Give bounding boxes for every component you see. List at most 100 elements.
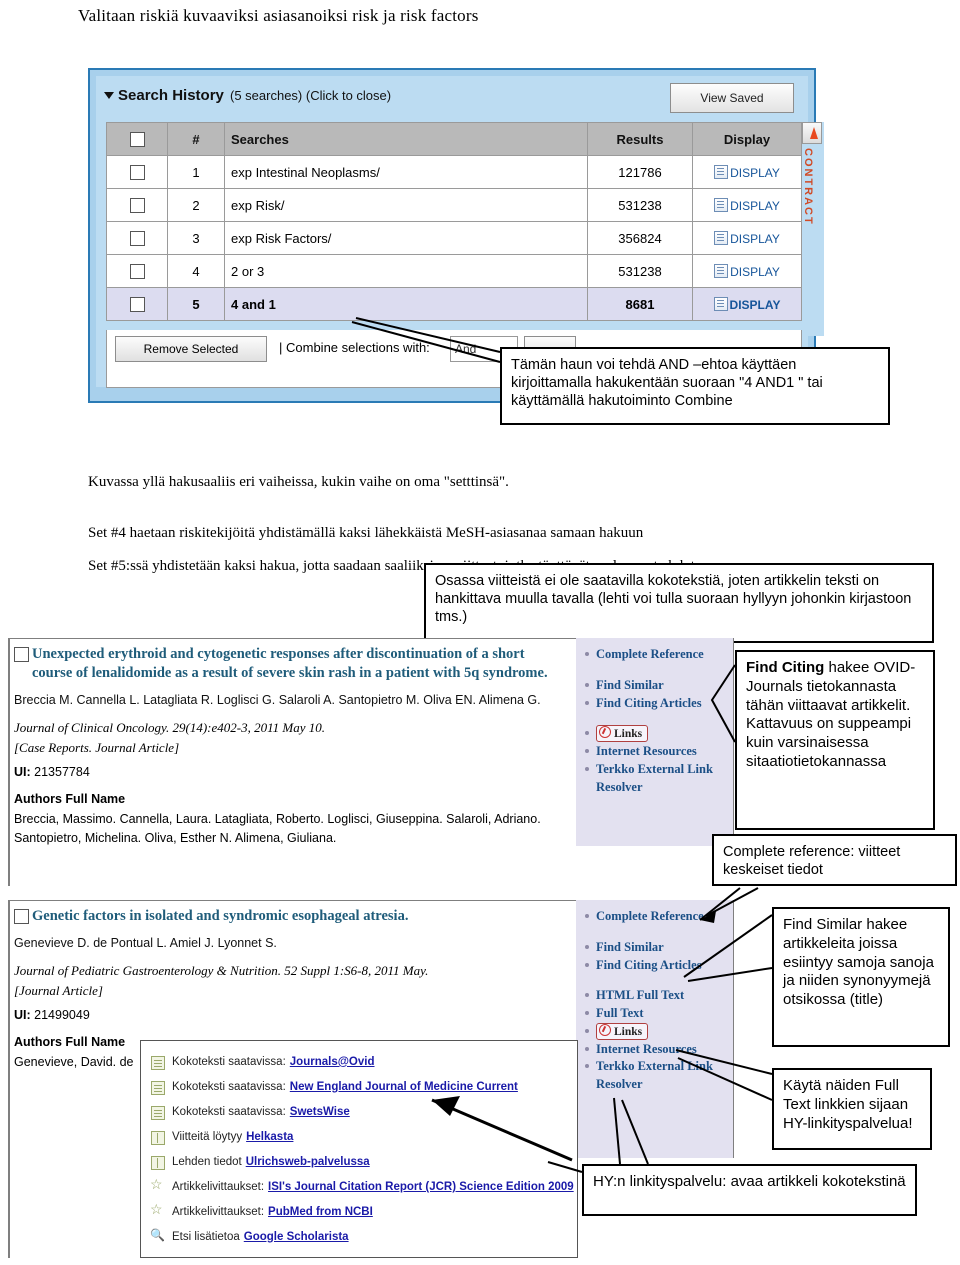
callout-hy-use: Käytä näiden Full Text linkkien sijaan H… bbox=[772, 1068, 932, 1150]
body-line-1: Kuvassa yllä hakusaaliis eri vaiheissa, … bbox=[88, 474, 509, 490]
record-title-text: Unexpected erythroid and cytogenetic res… bbox=[32, 646, 548, 682]
fulltext-link-row[interactable]: Kokoteksti saatavissa: Journals@Ovid bbox=[151, 1050, 567, 1075]
fulltext-row-link[interactable]: New England Journal of Medicine Current bbox=[290, 1081, 518, 1094]
document-check-icon bbox=[151, 1055, 165, 1070]
row-search: exp Risk Factors/ bbox=[224, 221, 588, 255]
record-authors-full-name-heading: Authors Full Name bbox=[14, 791, 126, 806]
link-terkko-external-link-resolver[interactable]: Terkko External Link Resolver bbox=[584, 761, 727, 797]
display-link[interactable]: DISPLAY bbox=[714, 263, 780, 279]
link-terkko-external-link-resolver[interactable]: Terkko External Link Resolver bbox=[584, 1058, 727, 1094]
link-full-text[interactable]: Full Text bbox=[584, 1005, 727, 1023]
record-pubtype: [Journal Article] bbox=[14, 982, 103, 998]
display-link[interactable]: DISPLAY bbox=[714, 230, 780, 246]
display-link[interactable]: DISPLAY bbox=[714, 197, 780, 213]
row-select-cell[interactable] bbox=[106, 287, 168, 321]
record-checkbox[interactable] bbox=[14, 909, 29, 924]
fulltext-row-link[interactable]: ISI's Journal Citation Report (JCR) Scie… bbox=[268, 1181, 574, 1194]
contract-strip[interactable]: CONTRACT bbox=[802, 122, 824, 336]
row-checkbox[interactable] bbox=[129, 165, 145, 181]
search-history-title: Search History bbox=[118, 87, 224, 104]
links-badge[interactable]: Links bbox=[596, 1022, 649, 1040]
links-badge-label: Links bbox=[614, 728, 643, 741]
row-number: 2 bbox=[167, 188, 225, 222]
fulltext-row-link[interactable]: Ulrichsweb-palvelussa bbox=[246, 1156, 370, 1169]
record-checkbox[interactable] bbox=[14, 647, 29, 662]
header-select-all[interactable] bbox=[106, 122, 168, 156]
fulltext-row-label: Artikkelivittaukset: bbox=[172, 1180, 265, 1193]
links-badge-label: Links bbox=[614, 1025, 643, 1038]
callout-complete-reference: Complete reference: viitteet keskeiset t… bbox=[712, 834, 957, 886]
fulltext-row-link[interactable]: PubMed from NCBI bbox=[268, 1206, 373, 1219]
triangle-down-icon[interactable] bbox=[104, 92, 114, 99]
link-html-full-text[interactable]: HTML Full Text bbox=[584, 987, 727, 1005]
fulltext-link-row[interactable]: Artikkelivittaukset:ISI's Journal Citati… bbox=[150, 1175, 574, 1200]
row-display-cell[interactable]: DISPLAY bbox=[692, 155, 802, 189]
row-search: 4 and 1 bbox=[224, 287, 588, 321]
fulltext-link-row[interactable]: Kokoteksti saatavissa: New England Journa… bbox=[151, 1075, 567, 1100]
row-checkbox[interactable] bbox=[129, 297, 145, 313]
link-find-citing-articles[interactable]: Find Citing Articles bbox=[584, 695, 727, 713]
fulltext-link-row[interactable]: Artikkelivittaukset:PubMed from NCBI bbox=[150, 1200, 567, 1225]
display-link[interactable]: DISPLAY bbox=[714, 164, 780, 180]
record-ui: UI: 21499049 bbox=[14, 1008, 566, 1022]
link-find-citing-articles[interactable]: Find Citing Articles bbox=[584, 957, 727, 975]
link-complete-reference[interactable]: Complete Reference bbox=[584, 646, 727, 664]
fulltext-link-row[interactable]: Kokoteksti saatavissa: SwetsWise bbox=[151, 1100, 567, 1125]
display-label: DISPLAY bbox=[730, 264, 780, 279]
header-number: # bbox=[167, 122, 225, 156]
fulltext-row-label: Kokoteksti saatavissa: bbox=[172, 1055, 286, 1068]
fulltext-link-row[interactable]: Lehden tiedot Ulrichsweb-palvelussa bbox=[151, 1150, 567, 1175]
link-find-similar[interactable]: Find Similar bbox=[584, 677, 727, 695]
remove-selected-button[interactable]: Remove Selected bbox=[115, 336, 267, 362]
record-2-links-column: Complete Reference Find Similar Find Citin… bbox=[576, 900, 734, 1158]
fulltext-row-link[interactable]: SwetsWise bbox=[290, 1106, 350, 1119]
display-icon bbox=[714, 263, 729, 278]
book-icon bbox=[151, 1155, 165, 1170]
link-internet-resources[interactable]: Internet Resources bbox=[584, 1041, 727, 1059]
fulltext-link-row[interactable]: Etsi lisätietoa Google Scholarista bbox=[150, 1225, 567, 1250]
row-display-cell[interactable]: DISPLAY bbox=[692, 254, 802, 288]
record-ui-value: 21357784 bbox=[34, 764, 90, 779]
fulltext-row-link[interactable]: Google Scholarista bbox=[244, 1231, 349, 1244]
callout-hy-service: HY:n linkityspalvelu: avaa artikkeli kok… bbox=[582, 1164, 917, 1216]
link-find-similar[interactable]: Find Similar bbox=[584, 939, 727, 957]
view-saved-button[interactable]: View Saved bbox=[670, 83, 794, 113]
fulltext-links-popup: Kokoteksti saatavissa: Journals@Ovid Kokot… bbox=[140, 1040, 578, 1258]
row-display-cell[interactable]: DISPLAY bbox=[692, 221, 802, 255]
select-all-checkbox[interactable] bbox=[129, 132, 145, 148]
row-select-cell[interactable] bbox=[106, 155, 168, 189]
search-history-header[interactable]: Search History (5 searches) (Click to cl… bbox=[96, 76, 808, 120]
display-icon bbox=[714, 230, 729, 245]
link-links[interactable]: Links bbox=[584, 1022, 727, 1041]
row-results: 8681 bbox=[587, 287, 693, 321]
table-row: 1 exp Intestinal Neoplasms/121786 DISPLAY bbox=[106, 155, 802, 189]
fulltext-link-row[interactable]: Viitteitä löytyy Helkasta bbox=[151, 1125, 567, 1150]
row-select-cell[interactable] bbox=[106, 188, 168, 222]
row-select-cell[interactable] bbox=[106, 221, 168, 255]
table-row: 42 or 3 531238 DISPLAY bbox=[106, 254, 802, 288]
row-checkbox[interactable] bbox=[129, 231, 145, 247]
link-complete-reference[interactable]: Complete Reference bbox=[584, 908, 727, 926]
link-internet-resources[interactable]: Internet Resources bbox=[584, 743, 727, 761]
row-number: 1 bbox=[167, 155, 225, 189]
display-link[interactable]: DISPLAY bbox=[713, 296, 780, 312]
fulltext-row-link[interactable]: Journals@Ovid bbox=[290, 1056, 375, 1069]
link-links[interactable]: Links bbox=[584, 725, 727, 743]
search-history-panel-inner: Search History (5 searches) (Click to cl… bbox=[96, 76, 824, 388]
document-check-icon bbox=[151, 1105, 165, 1120]
links-spacer bbox=[584, 974, 727, 987]
record-title: Unexpected erythroid and cytogenetic res… bbox=[14, 645, 566, 683]
display-label: DISPLAY bbox=[730, 198, 780, 213]
row-display-cell[interactable]: DISPLAY bbox=[692, 188, 802, 222]
body-line-2: Set #4 haetaan riskitekijöitä yhdistämäl… bbox=[88, 525, 644, 541]
contract-arrow-icon[interactable] bbox=[802, 122, 822, 144]
row-checkbox[interactable] bbox=[129, 264, 145, 280]
fulltext-row-link[interactable]: Helkasta bbox=[246, 1131, 293, 1144]
display-label: DISPLAY bbox=[730, 231, 780, 246]
links-badge[interactable]: Links bbox=[596, 725, 649, 743]
remove-selected-label: Remove Selected bbox=[143, 342, 239, 356]
row-display-cell[interactable]: DISPLAY bbox=[692, 287, 802, 321]
row-checkbox[interactable] bbox=[129, 198, 145, 214]
display-icon bbox=[713, 296, 728, 311]
row-select-cell[interactable] bbox=[106, 254, 168, 288]
